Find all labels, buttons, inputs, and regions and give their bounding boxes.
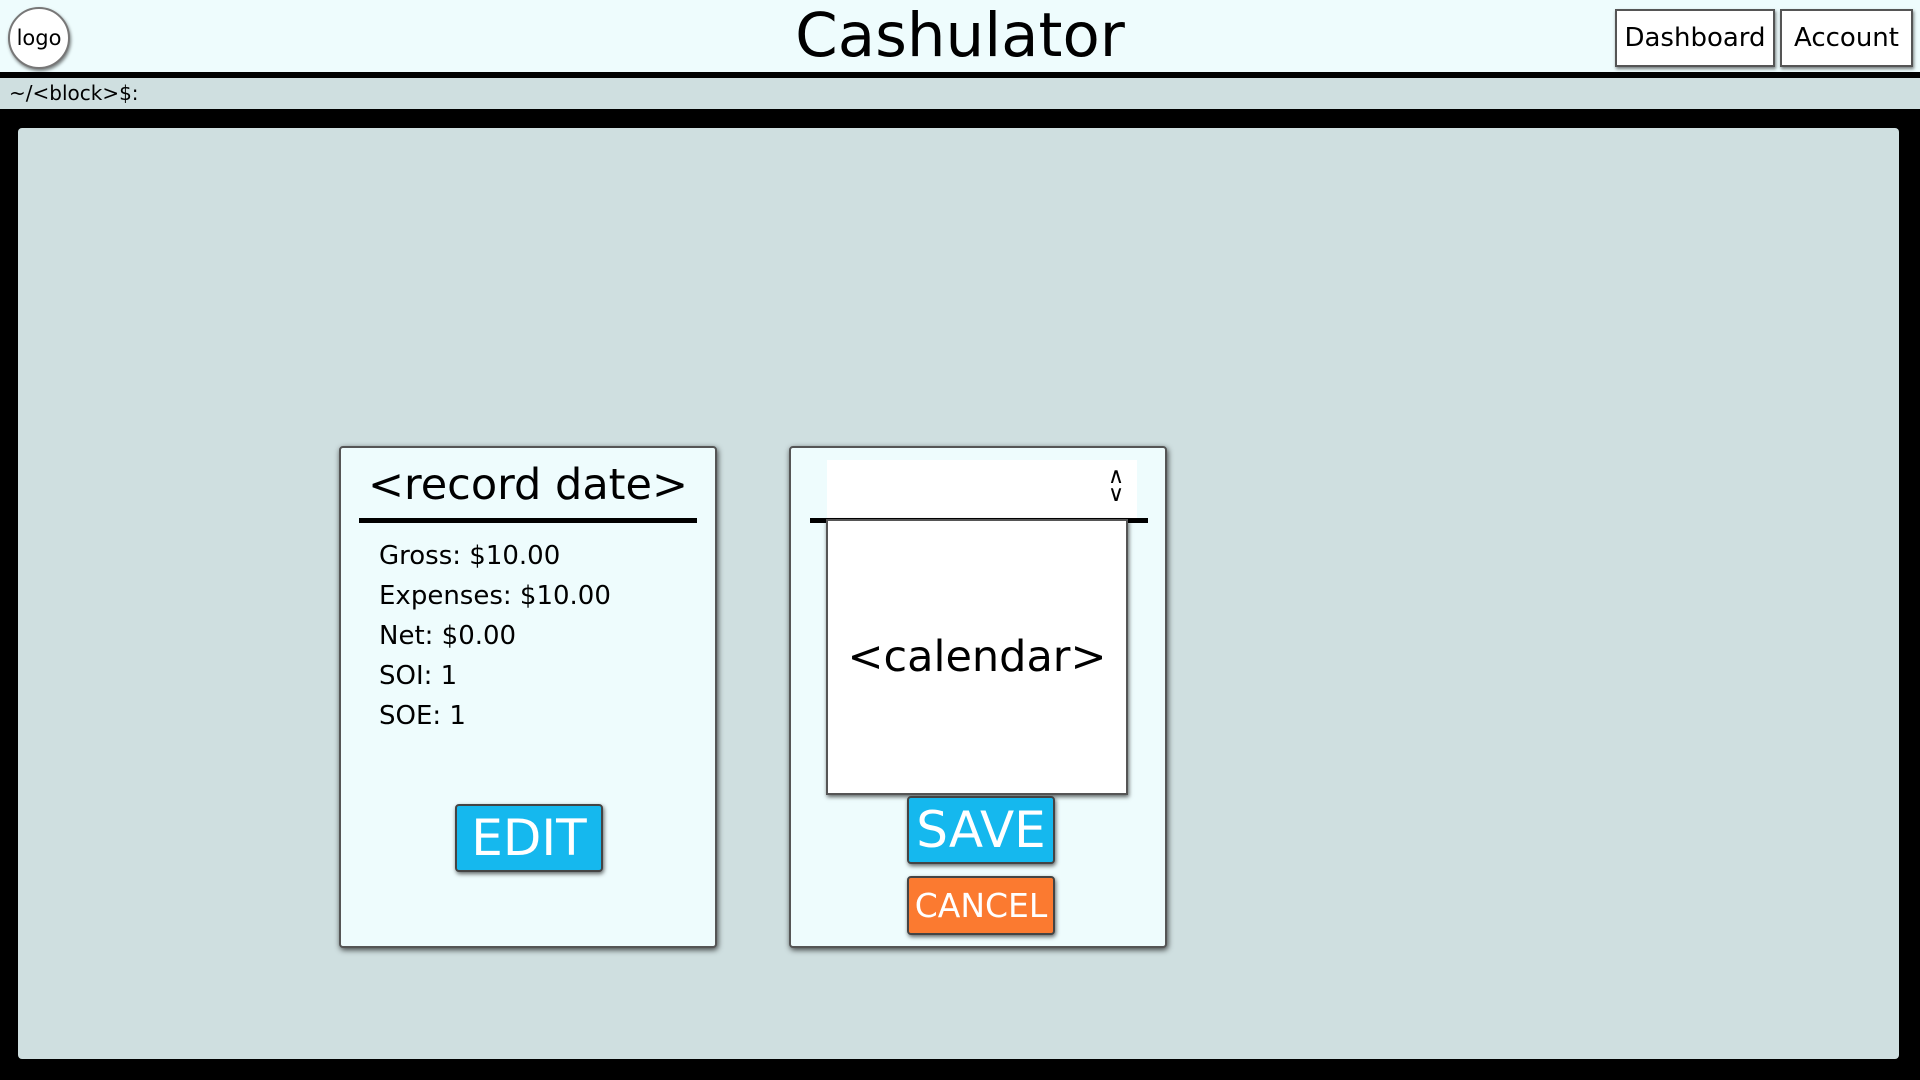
stat-expenses: Expenses: $10.00 xyxy=(379,581,611,611)
sort-up-down-icon[interactable]: ∧ ∨ xyxy=(1105,466,1127,512)
main-content: <record date> Gross: $10.00 Expenses: $1… xyxy=(18,128,1899,1059)
save-button[interactable]: SAVE xyxy=(907,796,1055,864)
record-date-title: <record date> xyxy=(367,460,689,510)
record-card: <record date> Gross: $10.00 Expenses: $1… xyxy=(339,446,717,948)
cancel-button[interactable]: CANCEL xyxy=(907,876,1055,935)
date-select[interactable]: ∧ ∨ xyxy=(827,460,1137,520)
edit-record-card: ∧ ∨ <calendar> SAVE CANCEL xyxy=(789,446,1167,948)
record-stats: Gross: $10.00 Expenses: $10.00 Net: $0.0… xyxy=(379,536,611,736)
stat-gross: Gross: $10.00 xyxy=(379,541,561,571)
breadcrumb: ~/<block>$: xyxy=(0,78,1920,109)
edit-button[interactable]: EDIT xyxy=(455,804,603,872)
stat-soi: SOI: 1 xyxy=(379,661,458,691)
dashboard-button[interactable]: Dashboard xyxy=(1615,9,1775,67)
title-divider xyxy=(359,518,697,523)
calendar-widget[interactable]: <calendar> xyxy=(826,519,1128,795)
stat-net: Net: $0.00 xyxy=(379,621,517,651)
account-button[interactable]: Account xyxy=(1780,9,1913,67)
app-header: logo Cashulator Dashboard Account xyxy=(0,0,1920,75)
stat-soe: SOE: 1 xyxy=(379,701,466,731)
